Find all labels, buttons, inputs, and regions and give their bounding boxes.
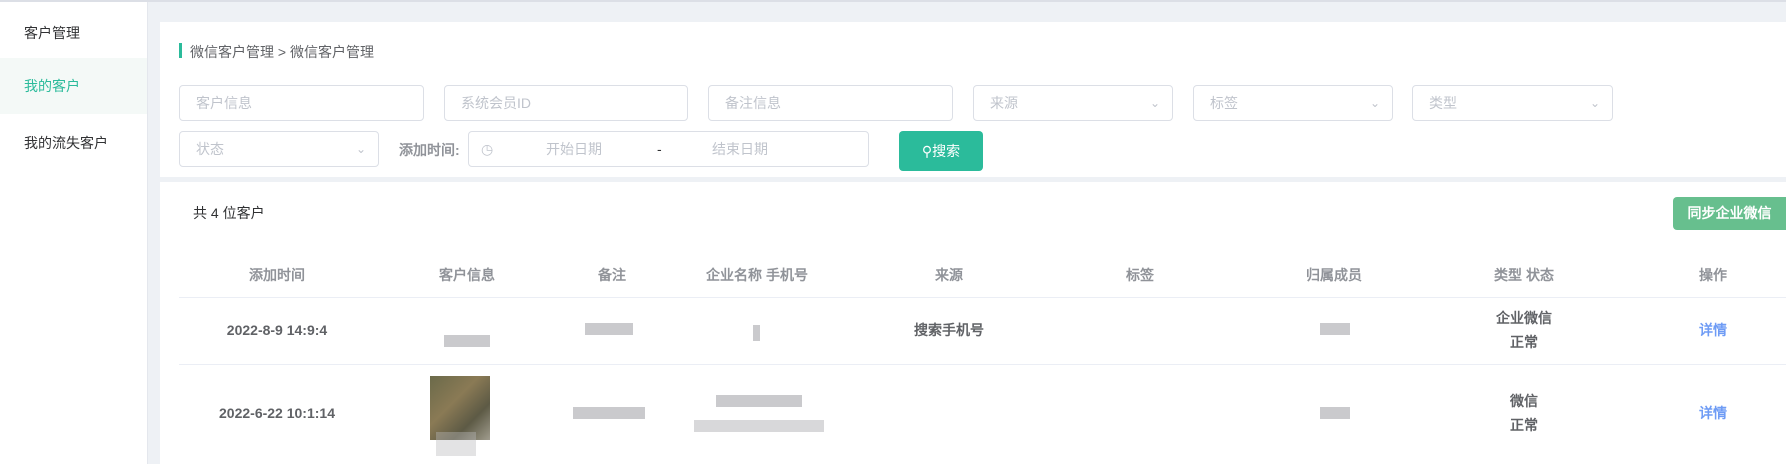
col-header-company-phone: 企业名称 手机号 <box>706 267 808 283</box>
start-date-input[interactable]: 开始日期 <box>546 132 602 166</box>
customer-count: 共 4 位客户 <box>193 205 265 221</box>
customer-info-input-field[interactable] <box>196 87 423 119</box>
blurred-customer-name <box>436 432 476 456</box>
col-header-add-time: 添加时间 <box>249 267 305 283</box>
tag-select[interactable]: 标签 ⌄ <box>1193 85 1393 121</box>
status-select-placeholder: 状态 <box>196 141 224 157</box>
date-range-picker[interactable]: ◷ 开始日期 - 结束日期 <box>468 131 869 167</box>
blurred-company <box>716 395 802 407</box>
header-divider <box>179 297 1786 298</box>
blurred-company <box>753 325 760 341</box>
type-select-placeholder: 类型 <box>1429 95 1457 111</box>
blurred-owner <box>1320 407 1350 419</box>
search-icon: ⚲ <box>921 143 933 159</box>
blurred-remark <box>573 407 645 419</box>
blurred-customer-info <box>444 335 490 347</box>
col-header-actions: 操作 <box>1699 267 1727 283</box>
source-select[interactable]: 来源 ⌄ <box>973 85 1173 121</box>
clock-icon: ◷ <box>481 141 494 157</box>
cell-type: 企业微信 <box>1496 310 1552 326</box>
date-separator: - <box>657 141 662 157</box>
breadcrumb: 微信客户管理 > 微信客户管理 <box>190 44 374 60</box>
cell-type-status: 微信 正常 <box>1510 389 1538 437</box>
remark-input[interactable] <box>708 85 953 121</box>
search-button-label: 搜索 <box>932 143 961 159</box>
chevron-down-icon: ⌄ <box>1589 96 1600 110</box>
remark-input-field[interactable] <box>725 87 952 119</box>
tag-select-placeholder: 标签 <box>1210 95 1238 111</box>
detail-link[interactable]: 详情 <box>1699 401 1727 425</box>
cell-status: 正常 <box>1510 417 1538 433</box>
sidebar-item-lost-customers[interactable]: 我的流失客户 <box>0 115 147 171</box>
top-border <box>0 0 1786 2</box>
search-button[interactable]: ⚲搜索 <box>899 131 983 171</box>
blurred-owner <box>1320 323 1350 335</box>
col-header-type-status: 类型 状态 <box>1494 267 1554 283</box>
customer-info-input[interactable] <box>179 85 424 121</box>
member-id-input[interactable] <box>444 85 688 121</box>
status-select[interactable]: 状态 ⌄ <box>179 131 379 167</box>
chevron-down-icon: ⌄ <box>1369 96 1380 110</box>
member-id-input-field[interactable] <box>461 87 687 119</box>
blurred-remark <box>585 323 633 335</box>
chevron-down-icon: ⌄ <box>1149 96 1160 110</box>
cell-type: 微信 <box>1510 393 1538 409</box>
sidebar: 客户管理 我的客户 我的流失客户 <box>0 2 148 464</box>
cell-add-time: 2022-8-9 14:9:4 <box>226 322 328 338</box>
blurred-phone <box>694 420 824 432</box>
customer-avatar <box>430 376 490 440</box>
cell-source: 搜索手机号 <box>914 322 984 338</box>
chevron-down-icon: ⌄ <box>355 142 366 156</box>
end-date-input[interactable]: 结束日期 <box>712 132 768 166</box>
detail-link[interactable]: 详情 <box>1699 318 1727 342</box>
add-time-label: 添加时间: <box>399 142 460 158</box>
col-header-source: 来源 <box>935 267 963 283</box>
source-select-placeholder: 来源 <box>990 95 1018 111</box>
row-divider <box>179 364 1786 365</box>
col-header-customer-info: 客户信息 <box>439 267 495 283</box>
col-header-tag: 标签 <box>1126 267 1154 283</box>
col-header-remark: 备注 <box>598 267 626 283</box>
type-select[interactable]: 类型 ⌄ <box>1412 85 1613 121</box>
breadcrumb-marker <box>179 43 182 58</box>
cell-add-time: 2022-6-22 10:1:14 <box>219 405 335 421</box>
col-header-owner: 归属成员 <box>1306 267 1362 283</box>
cell-type-status: 企业微信 正常 <box>1496 306 1552 354</box>
sync-wecom-button[interactable]: 同步企业微信 <box>1673 197 1786 230</box>
sidebar-item-my-customers[interactable]: 我的客户 <box>0 58 147 114</box>
cell-status: 正常 <box>1510 334 1538 350</box>
sidebar-item-customer-management[interactable]: 客户管理 <box>0 5 147 61</box>
